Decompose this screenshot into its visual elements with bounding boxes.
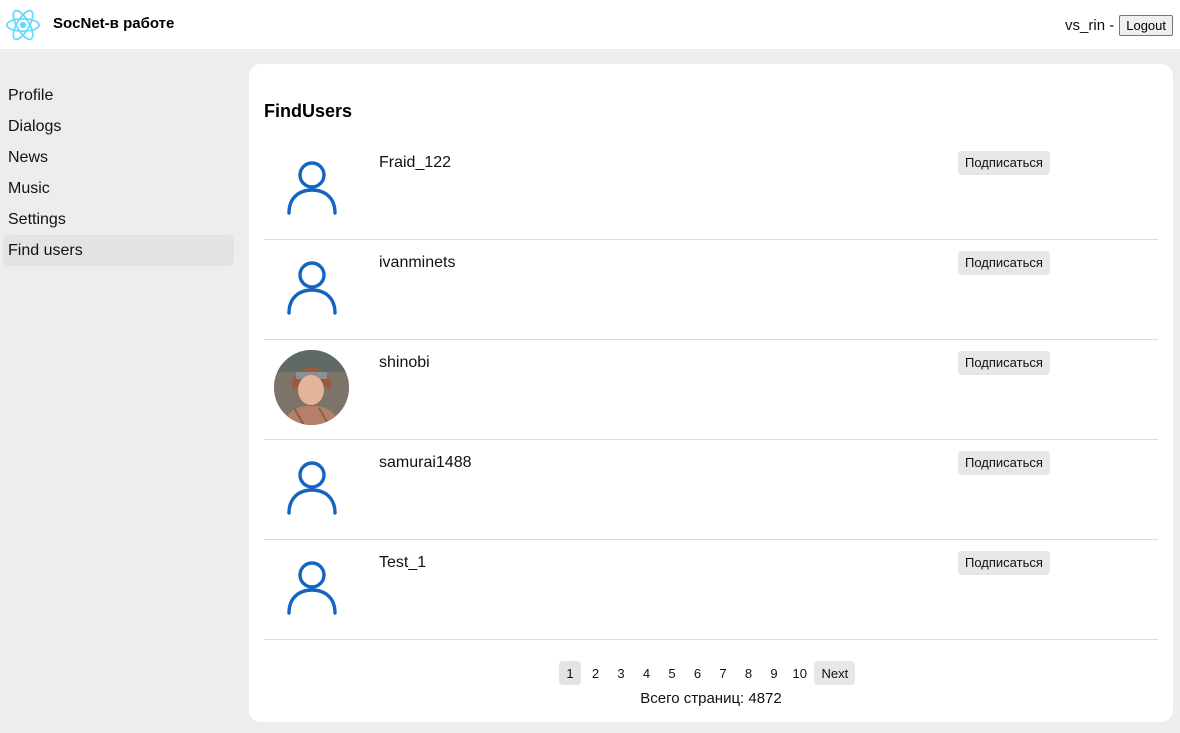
users-list: Fraid_122 Подписаться ivanminets Подписа… xyxy=(264,140,1158,640)
page-button-5[interactable]: 5 xyxy=(661,661,683,685)
user-list-item: Test_1 Подписаться xyxy=(264,540,1158,640)
user-avatar[interactable] xyxy=(274,250,349,325)
page-button-9[interactable]: 9 xyxy=(763,661,785,685)
follow-button[interactable]: Подписаться xyxy=(958,451,1050,475)
user-list-item: ivanminets Подписаться xyxy=(264,240,1158,340)
default-user-icon xyxy=(286,160,337,215)
logout-button[interactable]: Logout xyxy=(1119,15,1173,36)
default-user-icon xyxy=(286,460,337,515)
main-content-card: FindUsers Fraid_122 Подписаться ivanmine… xyxy=(249,64,1173,722)
follow-button[interactable]: Подписаться xyxy=(958,551,1050,575)
sidebar-item-settings[interactable]: Settings xyxy=(3,204,234,235)
user-list-item: samurai1488 Подписаться xyxy=(264,440,1158,540)
anime-character-photo xyxy=(274,350,349,425)
sidebar-nav: Profile Dialogs News Music Settings Find… xyxy=(0,80,238,266)
pagination: 1 2 3 4 5 6 7 8 9 10 Next xyxy=(559,661,859,685)
total-pages-label: Всего страниц: 4872 xyxy=(640,690,782,707)
user-area: vs_rin - Logout xyxy=(1065,15,1173,36)
app-header: SocNet-в работе vs_rin - Logout xyxy=(0,0,1180,49)
user-list-item: shinobi Подписаться xyxy=(264,340,1158,440)
page-button-7[interactable]: 7 xyxy=(712,661,734,685)
page-button-6[interactable]: 6 xyxy=(687,661,709,685)
sidebar-item-news[interactable]: News xyxy=(3,142,234,173)
user-name: samurai1488 xyxy=(379,454,472,471)
sidebar-item-dialogs[interactable]: Dialogs xyxy=(3,111,234,142)
user-name: ivanminets xyxy=(379,254,456,271)
page-button-1[interactable]: 1 xyxy=(559,661,581,685)
page-button-4[interactable]: 4 xyxy=(636,661,658,685)
page-button-2[interactable]: 2 xyxy=(585,661,607,685)
sidebar-item-find-users[interactable]: Find users xyxy=(3,235,234,266)
current-user-label: vs_rin - xyxy=(1065,17,1115,34)
sidebar-item-profile[interactable]: Profile xyxy=(3,80,234,111)
default-user-icon xyxy=(286,560,337,615)
user-avatar[interactable] xyxy=(274,550,349,625)
page-button-8[interactable]: 8 xyxy=(738,661,760,685)
user-avatar-photo[interactable] xyxy=(274,350,349,425)
page-button-10[interactable]: 10 xyxy=(789,661,811,685)
user-avatar[interactable] xyxy=(274,150,349,225)
follow-button[interactable]: Подписаться xyxy=(958,151,1050,175)
sidebar-item-music[interactable]: Music xyxy=(3,173,234,204)
page-button-3[interactable]: 3 xyxy=(610,661,632,685)
follow-button[interactable]: Подписаться xyxy=(958,351,1050,375)
user-avatar[interactable] xyxy=(274,450,349,525)
user-name: Test_1 xyxy=(379,554,427,571)
user-name: shinobi xyxy=(379,354,430,371)
app-title: SocNet-в работе xyxy=(53,15,175,32)
follow-button[interactable]: Подписаться xyxy=(958,251,1050,275)
react-atom-icon[interactable] xyxy=(4,6,42,44)
page-title: FindUsers xyxy=(264,101,353,121)
default-user-icon xyxy=(286,260,337,315)
next-page-button[interactable]: Next xyxy=(814,661,856,685)
user-list-item: Fraid_122 Подписаться xyxy=(264,140,1158,240)
user-name: Fraid_122 xyxy=(379,154,452,171)
